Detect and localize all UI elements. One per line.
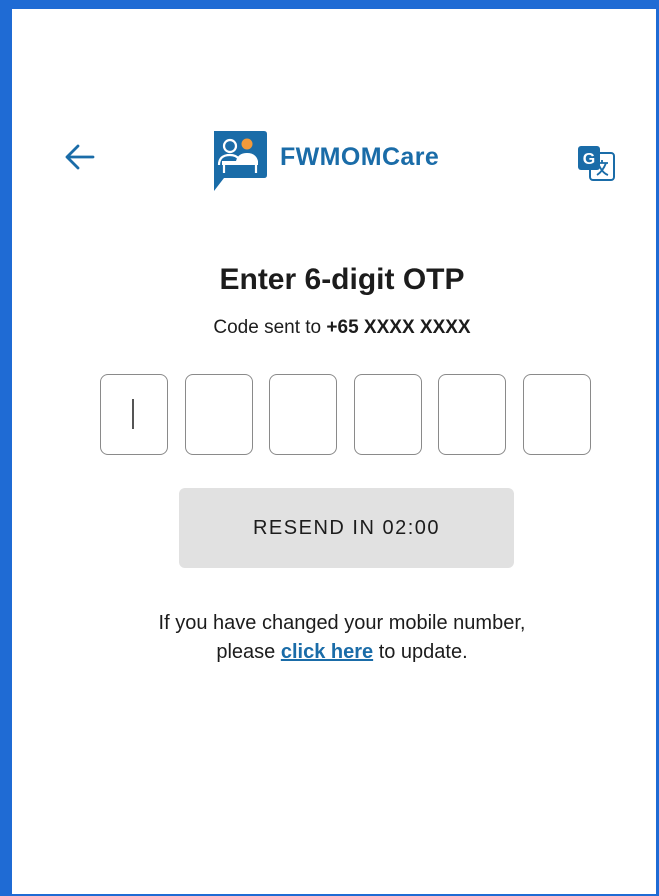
resend-otp-button[interactable]: RESEND IN 02:00 [179, 488, 514, 568]
phone-number: +65 XXXX XXXX [326, 317, 471, 338]
translate-button[interactable]: G [576, 143, 616, 183]
otp-digit-5[interactable] [438, 374, 506, 455]
update-number-notice: If you have changed your mobile number, … [12, 609, 656, 667]
svg-text:G: G [583, 151, 595, 168]
code-sent-prefix: Code sent to [213, 317, 322, 338]
page-title: Enter 6-digit OTP [219, 263, 465, 296]
app-name: FWMOMCare [280, 142, 440, 171]
notice-line2-prefix: please [216, 641, 276, 663]
text-cursor [132, 399, 134, 429]
notice-line1: If you have changed your mobile number, [158, 612, 526, 634]
back-button[interactable] [58, 135, 102, 179]
code-sent-text: Code sent to +65 XXXX XXXX [12, 317, 656, 339]
people-chat-logo-icon [210, 129, 268, 193]
otp-digit-4[interactable] [353, 374, 422, 455]
click-here-link[interactable]: click here [281, 641, 373, 663]
arrow-left-icon [65, 144, 95, 170]
google-translate-icon: G [578, 146, 615, 181]
app-logo: FWMOMCare [210, 129, 439, 193]
otp-input-group [100, 374, 591, 455]
otp-digit-6[interactable] [522, 374, 591, 455]
otp-digit-1[interactable] [100, 374, 168, 455]
otp-digit-3[interactable] [269, 374, 337, 455]
notice-line2-suffix: to update. [378, 641, 468, 663]
otp-digit-2[interactable] [184, 374, 253, 455]
app-screen: FWMOMCare G Enter 6-digit OTP Code sent … [0, 0, 659, 896]
